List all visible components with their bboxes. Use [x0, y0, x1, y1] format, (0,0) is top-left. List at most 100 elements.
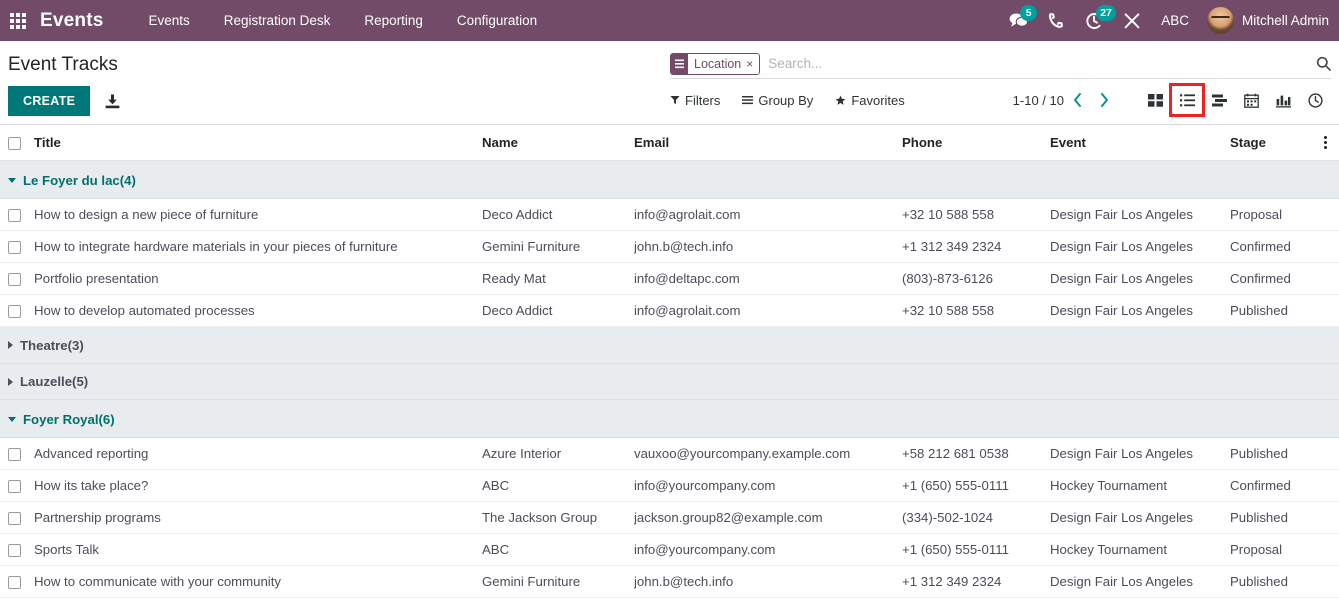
cell-event: Design Fair Los Angeles	[1050, 262, 1230, 296]
cell-name: Gemini Furniture	[482, 565, 634, 599]
search-bar: Location ×	[670, 49, 1331, 79]
menu-item-configuration[interactable]: Configuration	[440, 0, 554, 41]
pager: 1-10 / 10	[1013, 87, 1118, 113]
control-panel-buttons: CREATE	[8, 86, 121, 116]
select-all-checkbox[interactable]	[8, 137, 21, 151]
company-switcher[interactable]: ABC	[1151, 13, 1203, 28]
search-icon[interactable]	[1310, 56, 1331, 71]
row-select-cell	[0, 230, 34, 264]
column-header-stage[interactable]: Stage	[1230, 125, 1318, 162]
user-menu[interactable]: Mitchell Admin	[1203, 7, 1335, 34]
messages-button[interactable]: 5	[999, 0, 1038, 41]
table-row[interactable]: Advanced reporting Azure Interior vauxoo@y…	[0, 437, 1339, 471]
group-header-lauzelle[interactable]: Lauzelle (5)	[0, 363, 1318, 401]
caret-down-icon	[8, 417, 16, 423]
row-options-cell	[1318, 262, 1339, 296]
pager-previous-button[interactable]	[1064, 87, 1091, 113]
select-all-header	[0, 125, 34, 162]
group-name: Foyer Royal	[23, 412, 99, 428]
table-row[interactable]: How to design a new piece of furniture De…	[0, 198, 1339, 232]
table-body: Le Foyer du lac (4) How to design a new p…	[0, 160, 1339, 599]
row-checkbox[interactable]	[8, 448, 21, 462]
group-header-theatre[interactable]: Theatre (3)	[0, 326, 1318, 364]
row-checkbox[interactable]	[8, 273, 21, 287]
row-checkbox[interactable]	[8, 480, 21, 494]
gantt-bars-icon	[1211, 94, 1227, 106]
column-header-phone[interactable]: Phone	[902, 125, 1050, 162]
group-header-row[interactable]: Theatre (3)	[0, 326, 1339, 364]
developer-tools-button[interactable]	[1113, 0, 1151, 41]
cell-title: Portfolio presentation	[34, 262, 482, 296]
cell-event: Design Fair Los Angeles	[1050, 294, 1230, 328]
view-button-calendar[interactable]	[1235, 85, 1267, 115]
chevron-left-icon	[1074, 93, 1081, 107]
tools-icon	[1124, 12, 1140, 28]
pager-next-button[interactable]	[1091, 87, 1118, 113]
import-button[interactable]	[104, 93, 121, 110]
row-checkbox[interactable]	[8, 512, 21, 526]
create-button[interactable]: CREATE	[8, 86, 91, 116]
group-header-row[interactable]: Lauzelle (5)	[0, 363, 1339, 401]
cell-name: The Jackson Group	[482, 501, 634, 535]
row-select-cell	[0, 533, 34, 567]
apps-menu-button[interactable]	[0, 0, 36, 41]
systray: 5 27 ABC Mitchell Admin	[999, 0, 1339, 41]
table-row[interactable]: Portfolio presentation Ready Mat info@delt…	[0, 262, 1339, 296]
column-header-title[interactable]: Title	[34, 125, 482, 162]
column-options-header	[1318, 125, 1339, 162]
cell-email: jackson.group82@example.com	[634, 501, 902, 535]
group-row-spacer	[1318, 326, 1339, 364]
cell-phone: +1 312 349 2324	[902, 230, 1050, 264]
menu-item-reporting[interactable]: Reporting	[347, 0, 440, 41]
cell-name: ABC	[482, 469, 634, 503]
column-header-event[interactable]: Event	[1050, 125, 1230, 162]
group-header-foyer-royal[interactable]: Foyer Royal (6)	[0, 399, 1318, 439]
group-header-row[interactable]: Foyer Royal (6)	[0, 399, 1339, 439]
cell-event: Design Fair Los Angeles	[1050, 501, 1230, 535]
search-facet-remove[interactable]: ×	[746, 53, 760, 74]
row-checkbox[interactable]	[8, 544, 21, 558]
favorites-dropdown[interactable]: Favorites	[835, 93, 905, 108]
phone-button[interactable]	[1037, 0, 1075, 41]
activities-button[interactable]: 27	[1075, 0, 1116, 41]
cell-event: Hockey Tournament	[1050, 533, 1230, 567]
table-row[interactable]: Sports Talk ABC info@yourcompany.com +1 (65…	[0, 533, 1339, 567]
view-button-kanban[interactable]	[1139, 85, 1171, 115]
row-select-cell	[0, 501, 34, 535]
menu-item-registration-desk[interactable]: Registration Desk	[207, 0, 348, 41]
cell-stage: Confirmed	[1230, 230, 1318, 264]
column-header-email[interactable]: Email	[634, 125, 902, 162]
row-options-cell	[1318, 230, 1339, 264]
table-row[interactable]: How its take place? ABC info@yourcompany.c…	[0, 469, 1339, 503]
view-button-pivot[interactable]	[1267, 85, 1299, 115]
table-row[interactable]: How to develop automated processes Deco A…	[0, 294, 1339, 328]
menu-item-events[interactable]: Events	[132, 0, 207, 41]
cell-stage: Confirmed	[1230, 262, 1318, 296]
calendar-icon	[1243, 93, 1259, 108]
filters-dropdown[interactable]: Filters	[670, 93, 720, 108]
row-checkbox[interactable]	[8, 209, 21, 223]
cell-stage: Published	[1230, 294, 1318, 328]
table-header-row: Title Name Email Phone Event Stage	[0, 125, 1339, 162]
group-header-le-foyer-du-lac[interactable]: Le Foyer du lac (4)	[0, 160, 1318, 200]
table-row[interactable]: Partnership programs The Jackson Group jac…	[0, 501, 1339, 535]
row-checkbox[interactable]	[8, 305, 21, 319]
row-checkbox[interactable]	[8, 576, 21, 590]
group-header-row[interactable]: Le Foyer du lac (4)	[0, 160, 1339, 200]
row-checkbox[interactable]	[8, 241, 21, 255]
search-facet-location[interactable]: Location ×	[670, 52, 761, 75]
column-header-name[interactable]: Name	[482, 125, 634, 162]
table-row[interactable]: How to communicate with your community Ge…	[0, 565, 1339, 599]
view-button-gantt[interactable]	[1203, 85, 1235, 115]
view-button-list[interactable]	[1169, 83, 1205, 117]
group-by-dropdown[interactable]: Group By	[742, 93, 813, 108]
star-icon	[835, 95, 846, 106]
vertical-dots-icon[interactable]	[1318, 136, 1333, 149]
table-row[interactable]: How to integrate hardware materials in y…	[0, 230, 1339, 264]
search-input[interactable]	[760, 51, 1310, 76]
view-button-activity[interactable]	[1299, 85, 1331, 115]
app-brand-events[interactable]: Events	[36, 10, 110, 32]
control-panel: Event Tracks CREATE Location × Search...…	[0, 41, 1339, 125]
cell-title: Sports Talk	[34, 533, 482, 567]
cell-name: ABC	[482, 533, 634, 567]
